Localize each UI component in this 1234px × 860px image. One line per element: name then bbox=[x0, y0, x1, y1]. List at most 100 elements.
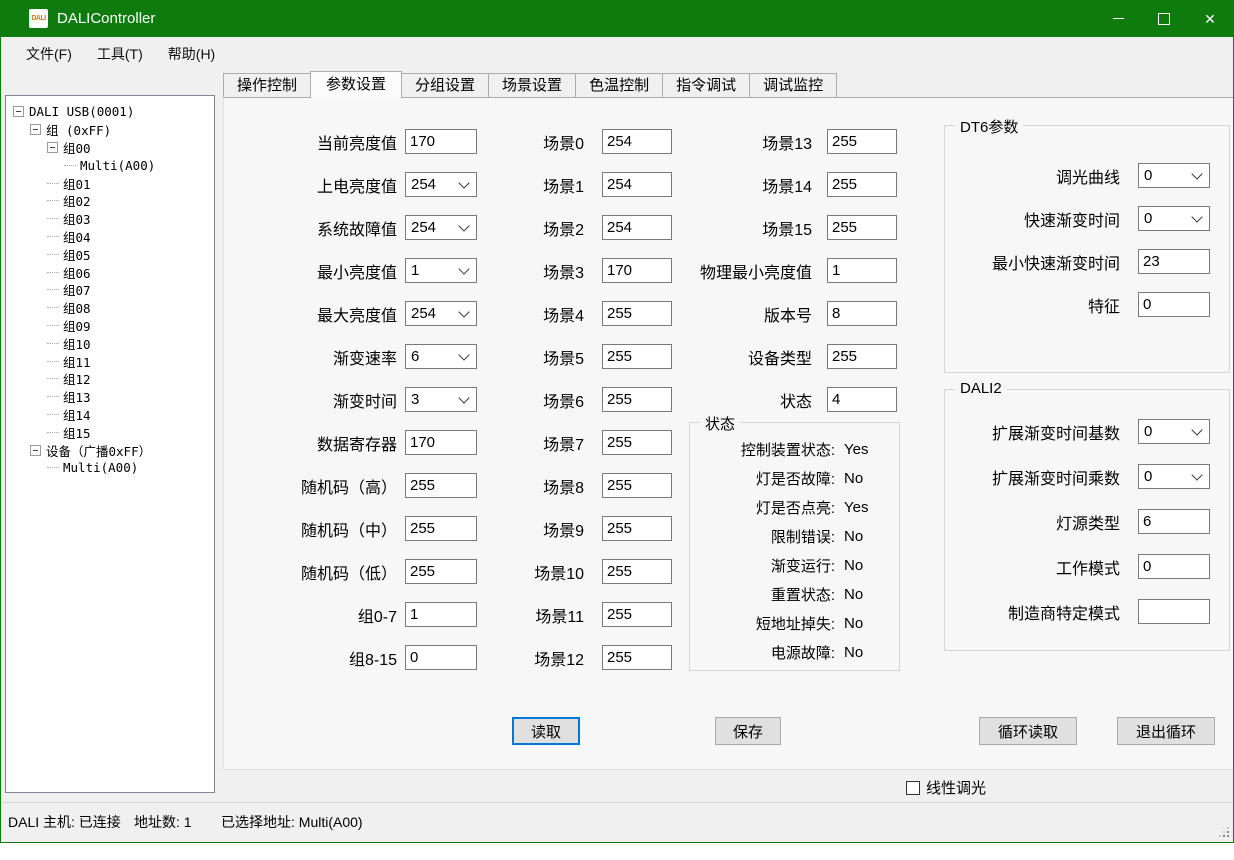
tree-item-label: 组14 bbox=[63, 405, 91, 424]
fast-fade-time-combobox[interactable]: 0 bbox=[1138, 206, 1210, 231]
fade-rate-combobox[interactable]: 6 bbox=[405, 344, 477, 369]
extended-fade-time-multiplier-combobox[interactable]: 0 bbox=[1138, 464, 1210, 489]
scene-9-input[interactable] bbox=[602, 516, 672, 541]
tree-expander-icon[interactable] bbox=[13, 106, 24, 117]
tree-item[interactable]: 组03 bbox=[6, 210, 214, 228]
scene-13-input[interactable] bbox=[827, 129, 897, 154]
tab-debug-monitor[interactable]: 调试监控 bbox=[749, 73, 837, 97]
tree-item-label: 组06 bbox=[63, 263, 91, 282]
tree-item[interactable]: 组08 bbox=[6, 299, 214, 317]
save-button[interactable]: 保存 bbox=[715, 717, 781, 745]
extended-fade-time-base-combobox[interactable]: 0 bbox=[1138, 419, 1210, 444]
system-failure-level-combobox[interactable]: 254 bbox=[405, 215, 477, 240]
close-icon: ✕ bbox=[1204, 12, 1216, 26]
fade-time-label: 渐变时间 bbox=[242, 388, 397, 412]
menu-tools[interactable]: 工具(T) bbox=[85, 41, 155, 67]
status-value-input[interactable] bbox=[827, 387, 897, 412]
close-button[interactable]: ✕ bbox=[1187, 0, 1233, 37]
light-source-type-input[interactable] bbox=[1138, 509, 1210, 534]
tree-item[interactable]: DALI USB(0001) bbox=[6, 103, 214, 121]
light-source-type-label: 灯源类型 bbox=[955, 510, 1120, 534]
maximize-button[interactable] bbox=[1141, 0, 1187, 37]
linear-dimming-checkbox[interactable]: 线性调光 bbox=[906, 777, 986, 798]
tree-item[interactable]: 组05 bbox=[6, 245, 214, 263]
tree-item[interactable]: 组13 bbox=[6, 388, 214, 406]
tree-item-label: 组03 bbox=[63, 209, 91, 228]
tree-item[interactable]: 组01 bbox=[6, 174, 214, 192]
scene-15-input[interactable] bbox=[827, 215, 897, 240]
scene-0-input[interactable] bbox=[602, 129, 672, 154]
tab-grouping-settings[interactable]: 分组设置 bbox=[401, 73, 489, 97]
max-brightness-combobox[interactable]: 254 bbox=[405, 301, 477, 326]
status-bar: DALI 主机: 已连接地址数: 1已选择地址: Multi(A00) bbox=[1, 802, 1233, 842]
scene-4-input[interactable] bbox=[602, 301, 672, 326]
scene-8-input[interactable] bbox=[602, 473, 672, 498]
resize-grip-icon[interactable] bbox=[1227, 835, 1229, 837]
tree-item[interactable]: 组04 bbox=[6, 228, 214, 246]
scene-12-input[interactable] bbox=[602, 645, 672, 670]
tab-parameter-settings[interactable]: 参数设置 bbox=[310, 71, 402, 98]
scene-3-input[interactable] bbox=[602, 258, 672, 283]
tree-expander-icon[interactable] bbox=[30, 124, 41, 135]
tree-item[interactable]: Multi(A00) bbox=[6, 459, 214, 477]
group-0-7-input[interactable] bbox=[405, 602, 477, 627]
random-code-high-input[interactable] bbox=[405, 473, 477, 498]
tab-page-parameter-settings: 当前亮度值上电亮度值254系统故障值254最小亮度值1最大亮度值254渐变速率6… bbox=[223, 97, 1234, 770]
read-button[interactable]: 读取 bbox=[512, 717, 580, 745]
scene-2-input[interactable] bbox=[602, 215, 672, 240]
tree-item[interactable]: 组15 bbox=[6, 423, 214, 441]
tree-item[interactable]: 设备（广播0xFF） bbox=[6, 441, 214, 459]
scene-6-input[interactable] bbox=[602, 387, 672, 412]
tree-item[interactable]: 组 (0xFF) bbox=[6, 121, 214, 139]
tree-item[interactable]: 组02 bbox=[6, 192, 214, 210]
tab-command-debug[interactable]: 指令调试 bbox=[662, 73, 750, 97]
tree-item[interactable]: 组10 bbox=[6, 334, 214, 352]
fade-time-combobox[interactable]: 3 bbox=[405, 387, 477, 412]
scene-11-input[interactable] bbox=[602, 602, 672, 627]
tree-item[interactable]: 组06 bbox=[6, 263, 214, 281]
menu-help[interactable]: 帮助(H) bbox=[156, 41, 227, 67]
selected-address: 已选择地址: Multi(A00) bbox=[221, 812, 363, 832]
tab-scene-settings[interactable]: 场景设置 bbox=[488, 73, 576, 97]
menu-file[interactable]: 文件(F) bbox=[14, 41, 84, 67]
tree-item[interactable]: 组14 bbox=[6, 406, 214, 424]
tree-item[interactable]: 组11 bbox=[6, 352, 214, 370]
operating-mode-input[interactable] bbox=[1138, 554, 1210, 579]
tree-item[interactable]: 组00 bbox=[6, 139, 214, 157]
tree-item-label: 组13 bbox=[63, 387, 91, 406]
tree-item[interactable]: 组07 bbox=[6, 281, 214, 299]
power-on-brightness-combobox[interactable]: 254 bbox=[405, 172, 477, 197]
data-register-input[interactable] bbox=[405, 430, 477, 455]
loop-read-button[interactable]: 循环读取 bbox=[979, 717, 1077, 745]
tree-connector-icon bbox=[64, 165, 76, 166]
scene-7-input[interactable] bbox=[602, 430, 672, 455]
min-fast-fade-time-input[interactable] bbox=[1138, 249, 1210, 274]
scene-14-input[interactable] bbox=[827, 172, 897, 197]
chevron-down-icon bbox=[458, 177, 469, 188]
version-number-input[interactable] bbox=[827, 301, 897, 326]
exit-loop-button[interactable]: 退出循环 bbox=[1117, 717, 1215, 745]
current-brightness-input[interactable] bbox=[405, 129, 477, 154]
minimize-button[interactable] bbox=[1095, 0, 1141, 37]
manufacturer-specific-mode-input[interactable] bbox=[1138, 599, 1210, 624]
features-input[interactable] bbox=[1138, 292, 1210, 317]
tree-expander-icon[interactable] bbox=[47, 142, 58, 153]
random-code-mid-input[interactable] bbox=[405, 516, 477, 541]
scene-1-input[interactable] bbox=[602, 172, 672, 197]
tree-expander-icon[interactable] bbox=[30, 445, 41, 456]
min-brightness-combobox[interactable]: 1 bbox=[405, 258, 477, 283]
tree-item[interactable]: 组09 bbox=[6, 317, 214, 335]
tab-operation-control[interactable]: 操作控制 bbox=[223, 73, 311, 97]
tree-item[interactable]: Multi(A00) bbox=[6, 156, 214, 174]
physical-min-brightness-input[interactable] bbox=[827, 258, 897, 283]
dimming-curve-combobox[interactable]: 0 bbox=[1138, 163, 1210, 188]
tree-item[interactable]: 组12 bbox=[6, 370, 214, 388]
random-code-low-input[interactable] bbox=[405, 559, 477, 584]
scene-10-input[interactable] bbox=[602, 559, 672, 584]
titlebar[interactable]: DALI DALIController ✕ bbox=[1, 0, 1233, 37]
group-8-15-input[interactable] bbox=[405, 645, 477, 670]
scene-5-input[interactable] bbox=[602, 344, 672, 369]
tab-color-temp-control[interactable]: 色温控制 bbox=[575, 73, 663, 97]
tree-item-label: 组 (0xFF) bbox=[46, 120, 111, 139]
device-type-input[interactable] bbox=[827, 344, 897, 369]
